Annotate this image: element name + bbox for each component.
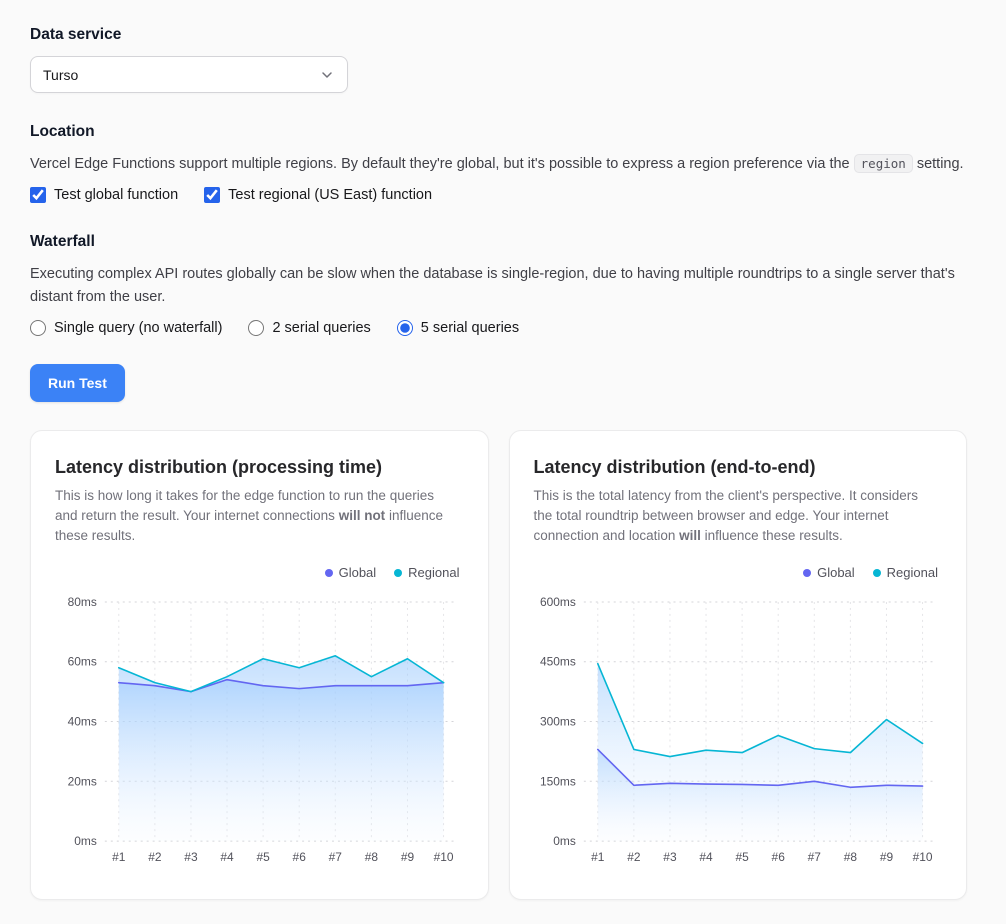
legend-end-to-end: Global Regional: [534, 565, 939, 580]
data-service-select[interactable]: Turso: [30, 56, 348, 93]
legend-item-global: Global: [325, 565, 377, 580]
page: Data service Turso Location Vercel Edge …: [0, 0, 967, 924]
radio-5-serial-queries-input[interactable]: [397, 320, 413, 336]
waterfall-heading: Waterfall: [30, 233, 967, 251]
checkbox-regional-function[interactable]: Test regional (US East) function: [204, 187, 432, 203]
legend-label-regional: Regional: [887, 565, 938, 580]
legend-dot-global: [803, 569, 811, 577]
svg-text:#10: #10: [912, 850, 932, 864]
chart-description-processing: This is how long it takes for the edge f…: [55, 486, 457, 545]
data-service-heading: Data service: [30, 26, 967, 44]
svg-text:#9: #9: [879, 850, 893, 864]
svg-text:#10: #10: [434, 850, 454, 864]
svg-text:#7: #7: [807, 850, 821, 864]
checkbox-global-function-label[interactable]: Test global function: [54, 187, 178, 203]
chart-title-processing: Latency distribution (processing time): [55, 457, 464, 478]
radio-2-serial-queries-input[interactable]: [248, 320, 264, 336]
checkbox-global-function-input[interactable]: [30, 187, 46, 203]
svg-text:0ms: 0ms: [74, 834, 97, 848]
svg-text:#3: #3: [184, 850, 198, 864]
location-heading: Location: [30, 123, 967, 141]
svg-text:#4: #4: [699, 850, 713, 864]
chart-description-end-to-end-bold: will: [679, 528, 701, 543]
svg-text:150ms: 150ms: [540, 774, 576, 788]
svg-text:#5: #5: [256, 850, 270, 864]
svg-text:#8: #8: [843, 850, 857, 864]
checkbox-regional-function-label[interactable]: Test regional (US East) function: [228, 187, 432, 203]
radio-5-serial-queries[interactable]: 5 serial queries: [397, 320, 519, 336]
svg-text:#6: #6: [771, 850, 785, 864]
legend-dot-regional: [394, 569, 402, 577]
legend-label-regional: Regional: [408, 565, 459, 580]
checkbox-regional-function-input[interactable]: [204, 187, 220, 203]
svg-text:#8: #8: [365, 850, 379, 864]
svg-text:300ms: 300ms: [540, 715, 576, 729]
svg-text:#1: #1: [591, 850, 605, 864]
svg-text:80ms: 80ms: [68, 595, 97, 609]
svg-text:#2: #2: [148, 850, 162, 864]
svg-text:#7: #7: [329, 850, 343, 864]
legend-item-global: Global: [803, 565, 855, 580]
location-checkbox-row: Test global function Test regional (US E…: [30, 187, 967, 203]
svg-text:#4: #4: [220, 850, 234, 864]
radio-2-serial-queries[interactable]: 2 serial queries: [248, 320, 370, 336]
latency-chart-processing: 0ms 20ms 40ms 60ms 80ms #1 #2 #3 #4 #5 #6 #7 #8 #9 #10: [55, 592, 464, 869]
radio-5-serial-queries-label[interactable]: 5 serial queries: [421, 320, 519, 336]
svg-text:450ms: 450ms: [540, 655, 576, 669]
card-end-to-end: Latency distribution (end-to-end) This i…: [509, 430, 968, 900]
legend-item-regional: Regional: [873, 565, 938, 580]
run-test-button[interactable]: Run Test: [30, 364, 125, 402]
chevron-down-icon: [319, 67, 335, 83]
legend-label-global: Global: [339, 565, 377, 580]
chart-description-processing-bold: will not: [339, 508, 386, 523]
charts-row: Latency distribution (processing time) T…: [30, 430, 967, 900]
svg-text:#2: #2: [627, 850, 641, 864]
legend-processing: Global Regional: [55, 565, 460, 580]
legend-dot-global: [325, 569, 333, 577]
svg-text:0ms: 0ms: [553, 834, 576, 848]
region-code-token: region: [854, 154, 913, 173]
waterfall-radio-row: Single query (no waterfall) 2 serial que…: [30, 320, 967, 336]
location-description-pre: Vercel Edge Functions support multiple r…: [30, 156, 854, 172]
latency-chart-end-to-end: 0ms 150ms 300ms 450ms 600ms #1 #2 #3 #4 #5 #6 #7 #8 #…: [534, 592, 943, 869]
data-service-selected-value: Turso: [43, 67, 78, 83]
legend-item-regional: Regional: [394, 565, 459, 580]
legend-label-global: Global: [817, 565, 855, 580]
chart-title-end-to-end: Latency distribution (end-to-end): [534, 457, 943, 478]
radio-single-query-input[interactable]: [30, 320, 46, 336]
svg-text:40ms: 40ms: [68, 715, 97, 729]
location-description-post: setting.: [913, 156, 964, 172]
waterfall-description: Executing complex API routes globally ca…: [30, 263, 967, 308]
svg-text:#9: #9: [401, 850, 415, 864]
svg-text:60ms: 60ms: [68, 655, 97, 669]
radio-2-serial-queries-label[interactable]: 2 serial queries: [272, 320, 370, 336]
radio-single-query-label[interactable]: Single query (no waterfall): [54, 320, 222, 336]
svg-text:20ms: 20ms: [68, 774, 97, 788]
svg-text:#6: #6: [293, 850, 307, 864]
radio-single-query[interactable]: Single query (no waterfall): [30, 320, 222, 336]
legend-dot-regional: [873, 569, 881, 577]
location-description: Vercel Edge Functions support multiple r…: [30, 153, 967, 175]
checkbox-global-function[interactable]: Test global function: [30, 187, 178, 203]
card-processing-time: Latency distribution (processing time) T…: [30, 430, 489, 900]
svg-text:#1: #1: [112, 850, 126, 864]
svg-text:#5: #5: [735, 850, 749, 864]
svg-text:600ms: 600ms: [540, 595, 576, 609]
chart-description-end-to-end-post: influence these results.: [701, 528, 843, 543]
chart-description-end-to-end: This is the total latency from the clien…: [534, 486, 936, 545]
svg-text:#3: #3: [663, 850, 677, 864]
